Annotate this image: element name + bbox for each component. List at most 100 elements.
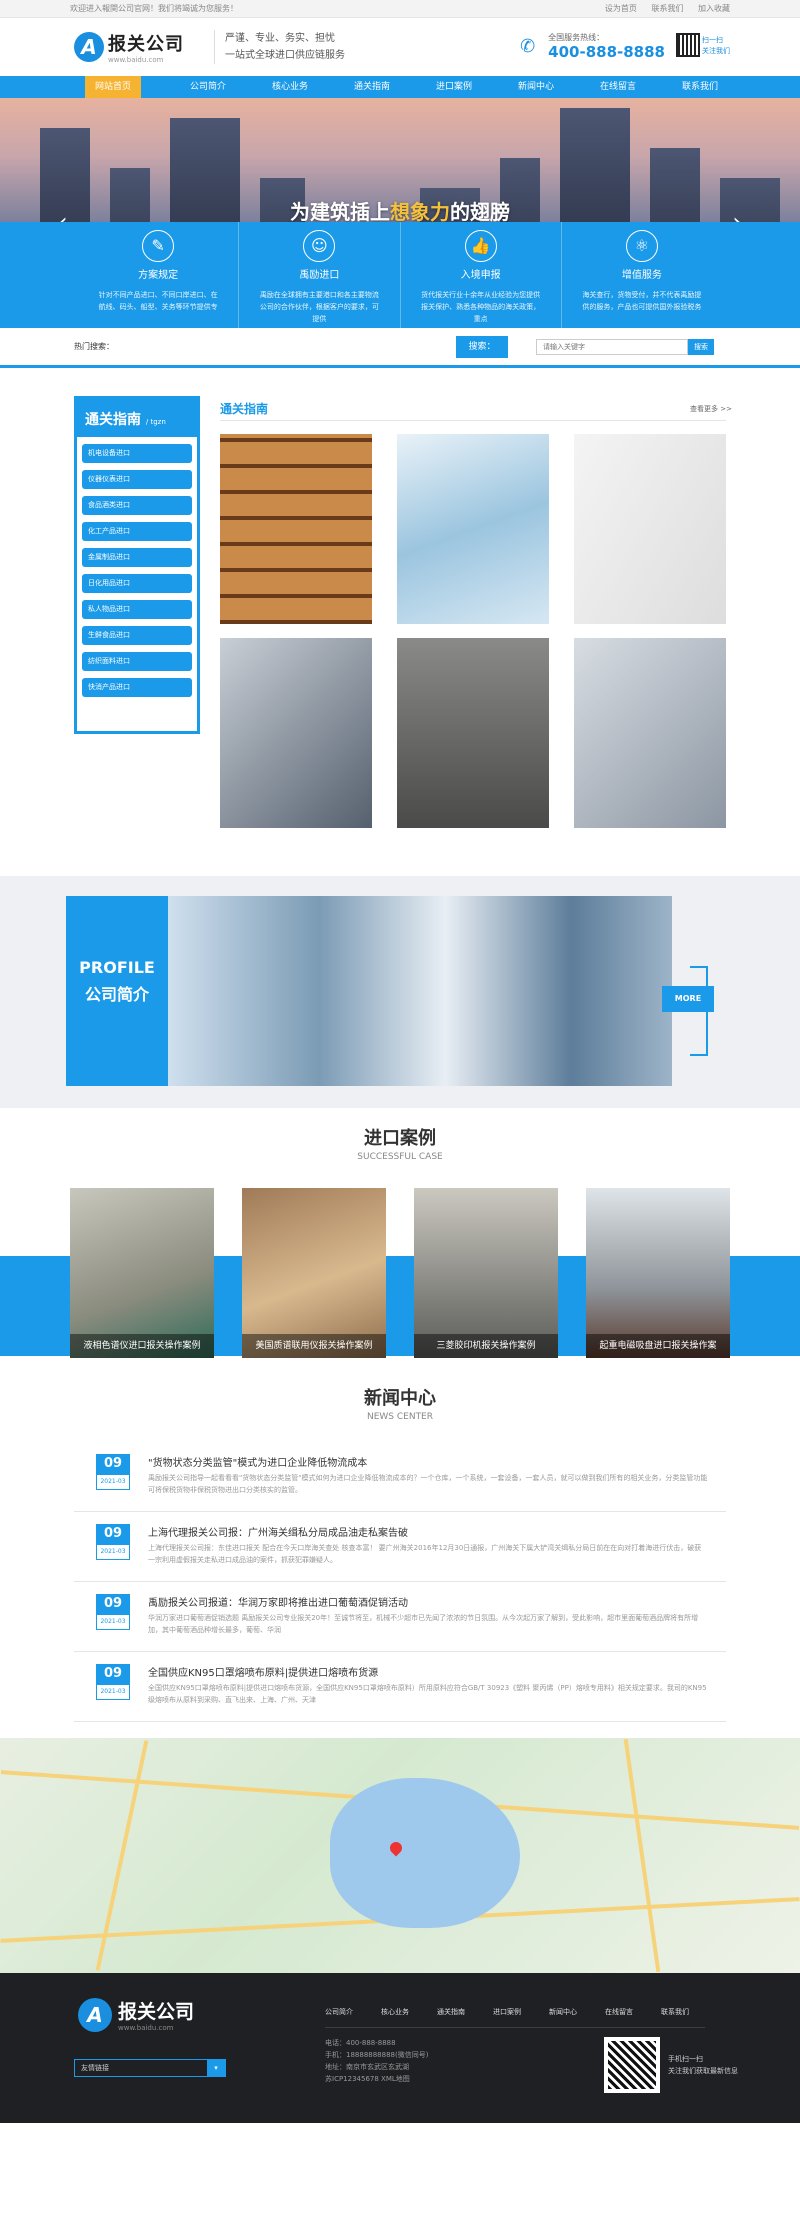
logo[interactable]: A 报关公司 www.baidu.com [74, 30, 184, 64]
case-caption: 美国质谱联用仪报关操作案例 [242, 1334, 386, 1358]
nav-cases[interactable]: 进口案例 [413, 76, 495, 98]
footer-qr-code-icon [604, 2037, 660, 2093]
service-item[interactable]: ⚛ 增值服务 海关查行，货物受付，并不代表禹励提供的服务，产品也可提供国外报验税… [562, 222, 722, 328]
case-caption: 三菱胶印机报关操作案例 [414, 1334, 558, 1358]
search-input[interactable] [536, 339, 688, 355]
search-label: 搜索： [456, 336, 508, 358]
footer-url: www.baidu.com [118, 2024, 174, 2032]
news-date: 09 2021-03 [96, 1454, 130, 1490]
news-item[interactable]: 09 2021-03 全国供应KN95口罩熔喷布原料|提供进口熔喷布货源 全国供… [74, 1656, 726, 1722]
guide-image-bookshelf[interactable] [220, 434, 372, 624]
guide-image-cabinet[interactable] [397, 638, 549, 828]
profile-section: PROFILE 公司简介 MORE [0, 876, 800, 1108]
profile-image [168, 896, 672, 1086]
nav-home[interactable]: 网站首页 [85, 76, 141, 98]
phone-icon: ✆ [520, 35, 536, 57]
news-summary: 上海代理报关公司报：东佳进口报关 配合在今天口岸海关查处 核查本富！ 要广州海关… [148, 1544, 702, 1564]
service-item[interactable]: ✎ 方案规定 针对不同产品进口、不同口岸进口、在航线、码头、船型、关务等环节提供… [78, 222, 240, 328]
service-item[interactable]: 👍 入境申报 货代报关行业十余年从业经验为您提供报关保护、熟悉各种物品的海关政策… [401, 222, 562, 328]
news-headline[interactable]: 禹励报关公司报道：华润万家即将推出进口葡萄酒促销活动 [148, 1594, 408, 1609]
nav-contact[interactable]: 联系我们 [659, 76, 741, 98]
guide-title: 通关指南 [220, 402, 269, 416]
nav-about[interactable]: 公司简介 [167, 76, 249, 98]
friend-links-label: 友情链接 [81, 2064, 109, 2072]
sidebar-item-metal[interactable]: 金属制品进口 [82, 548, 192, 567]
case-card[interactable]: 起重电磁吸盘进口报关操作案 [586, 1188, 730, 1358]
service-title: 入境申报 [460, 270, 501, 281]
top-links: 设为首页 联系我们 加入收藏 [593, 3, 730, 14]
profile-box: PROFILE 公司简介 [66, 896, 168, 1086]
friend-links-select[interactable]: 友情链接 ▾ [74, 2059, 226, 2077]
footer-nav-business[interactable]: 核心业务 [381, 2007, 409, 2017]
footer: A 报关公司 www.baidu.com 友情链接 ▾ 公司简介 核心业务 通关… [0, 1973, 800, 2123]
news-day: 09 [103, 1596, 123, 1611]
map-lake [330, 1778, 520, 1928]
company-name: 报关公司 [108, 34, 184, 55]
set-homepage-link[interactable]: 设为首页 [605, 4, 637, 13]
case-card[interactable]: 液相色谱仪进口报关操作案例 [70, 1188, 214, 1358]
sidebar-item-fresh-food[interactable]: 生鲜食品进口 [82, 626, 192, 645]
case-caption: 起重电磁吸盘进口报关操作案 [586, 1334, 730, 1358]
news-headline[interactable]: 上海代理报关公司报：广州海关缉私分局成品油走私案告破 [148, 1524, 408, 1539]
footer-logo[interactable]: A 报关公司 www.baidu.com [78, 1997, 194, 2032]
slogan-line-2: 一站式全球进口供应链服务 [225, 50, 345, 61]
news-headline[interactable]: 全国供应KN95口罩熔喷布原料|提供进口熔喷布货源 [148, 1664, 378, 1679]
nav-news[interactable]: 新闻中心 [495, 76, 577, 98]
sidebar-header: 通关指南 / tgzn [77, 399, 197, 437]
footer-qr-caption: 手机扫一扫 关注我们获取最新信息 [668, 2053, 738, 2077]
search-button[interactable]: 搜索 [688, 339, 714, 355]
sidebar-subtitle: / tgzn [145, 418, 166, 426]
nav-guide[interactable]: 通关指南 [331, 76, 413, 98]
news-title: 新闻中心 [364, 1388, 436, 1409]
top-bar: 欢迎进入報関公司官网！我们将竭诚为您服务！ 设为首页 联系我们 加入收藏 [0, 0, 800, 18]
news-headline[interactable]: "货物状态分类监管"模式为进口企业降低物流成本 [148, 1454, 367, 1469]
news-item[interactable]: 09 2021-03 "货物状态分类监管"模式为进口企业降低物流成本 禹励报关公… [74, 1446, 726, 1512]
news-year-month: 2021-03 [96, 1614, 130, 1630]
nav-business[interactable]: 核心业务 [249, 76, 331, 98]
news-date: 09 2021-03 [96, 1524, 130, 1560]
cases-title: 进口案例 [364, 1128, 436, 1149]
guide-image-pens[interactable] [574, 434, 726, 624]
guide-more-link[interactable]: 查看更多 >> [690, 404, 732, 414]
case-card[interactable]: 美国质谱联用仪报关操作案例 [242, 1188, 386, 1358]
sidebar-item-instruments[interactable]: 仪器仪表进口 [82, 470, 192, 489]
guide-image-lab[interactable] [397, 434, 549, 624]
footer-nav-guide[interactable]: 通关指南 [437, 2007, 465, 2017]
news-item[interactable]: 09 2021-03 上海代理报关公司报：广州海关缉私分局成品油走私案告破 上海… [74, 1516, 726, 1582]
service-desc: 针对不同产品进口、不同口岸进口、在航线、码头、船型、关务等环节提供专 [98, 291, 218, 311]
footer-nav-cases[interactable]: 进口案例 [493, 2007, 521, 2017]
divider [220, 420, 726, 421]
guide-image-production-line[interactable] [574, 638, 726, 828]
footer-nav-news[interactable]: 新闻中心 [549, 2007, 577, 2017]
sidebar-item-textile[interactable]: 纺织面料进口 [82, 652, 192, 671]
footer-nav-message[interactable]: 在线留言 [605, 2007, 633, 2017]
sidebar-item-fmcg[interactable]: 快消产品进口 [82, 678, 192, 697]
sidebar-item-food-wine[interactable]: 食品酒类进口 [82, 496, 192, 515]
profile-more-button[interactable]: MORE [662, 986, 714, 1012]
nav-message[interactable]: 在线留言 [577, 76, 659, 98]
sidebar-item-mechanical[interactable]: 机电设备进口 [82, 444, 192, 463]
footer-nav-contact[interactable]: 联系我们 [661, 2007, 689, 2017]
sidebar-item-chemical[interactable]: 化工产品进口 [82, 522, 192, 541]
service-desc: 货代报关行业十余年从业经验为您提供报关保护、熟悉各种物品的海关政策，重点 [421, 291, 541, 323]
sidebar-item-daily-chemical[interactable]: 日化用品进口 [82, 574, 192, 593]
guide-image-machine[interactable] [220, 638, 372, 828]
case-card[interactable]: 三菱胶印机报关操作案例 [414, 1188, 558, 1358]
service-item[interactable]: ☺ 禹励进口 禹励在全球拥有主要港口和各主要物流公司的合作伙伴，根据客户的要求，… [239, 222, 401, 328]
location-map[interactable] [0, 1738, 800, 1973]
contact-link[interactable]: 联系我们 [651, 4, 683, 13]
qr-code-icon [676, 33, 700, 57]
add-favorite-link[interactable]: 加入收藏 [698, 4, 730, 13]
footer-qr-caption-1: 手机扫一扫 [668, 2055, 703, 2063]
news-year-month: 2021-03 [96, 1474, 130, 1490]
footer-nav-about[interactable]: 公司简介 [325, 2007, 353, 2017]
news-item[interactable]: 09 2021-03 禹励报关公司报道：华润万家即将推出进口葡萄酒促销活动 华润… [74, 1586, 726, 1652]
divider [325, 2027, 705, 2028]
footer-icp[interactable]: 苏ICP12345678 XML地图 [325, 2073, 428, 2085]
case-image [586, 1188, 730, 1358]
footer-qr-caption-2: 关注我们获取最新信息 [668, 2067, 738, 2075]
news-year-month: 2021-03 [96, 1544, 130, 1560]
welcome-text: 欢迎进入報関公司官网！我们将竭诚为您服务！ [70, 4, 238, 13]
sidebar-item-personal[interactable]: 私人物品进口 [82, 600, 192, 619]
news-summary: 华润万家进口葡萄酒促销选题 禹励报关公司专业报关20年！至诚节将至，机械不少超市… [148, 1614, 699, 1634]
